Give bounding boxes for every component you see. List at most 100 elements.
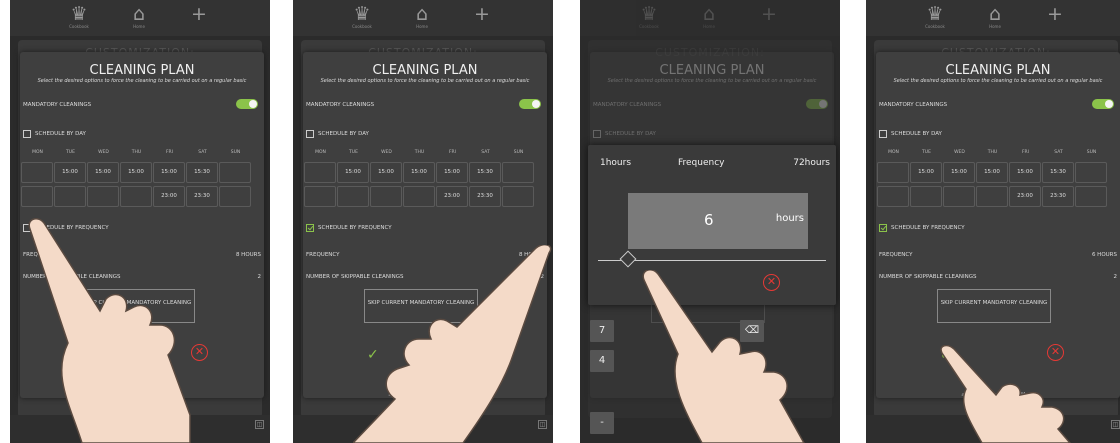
schedule-cell[interactable] xyxy=(337,186,369,207)
schedule-cell[interactable] xyxy=(370,186,402,207)
schedule-cell[interactable] xyxy=(502,186,534,207)
add-button[interactable]: + xyxy=(752,4,786,24)
schedule-cell[interactable] xyxy=(21,162,53,183)
schedule-cell[interactable]: 15:00 xyxy=(436,162,468,183)
home-button[interactable]: ⌂ Home xyxy=(692,4,726,29)
mandatory-cleanings-toggle[interactable] xyxy=(519,99,541,109)
schedule-by-day-checkbox[interactable] xyxy=(879,130,887,138)
frequency-slider-handle[interactable] xyxy=(619,250,637,268)
skip-cleaning-button[interactable]: SKIP CURRENT MANDATORY CLEANING xyxy=(81,289,195,323)
schedule-cell[interactable]: 23:30 xyxy=(186,186,218,207)
schedule-cell[interactable] xyxy=(877,186,909,207)
add-button[interactable]: + xyxy=(465,4,499,24)
keypad-key[interactable]: - xyxy=(590,412,614,434)
schedule-cell[interactable]: 23:00 xyxy=(153,186,185,207)
mandatory-cleanings-toggle[interactable] xyxy=(1092,99,1114,109)
cancel-icon[interactable]: ✕ xyxy=(474,344,491,361)
schedule-by-frequency-checkbox[interactable] xyxy=(306,224,314,232)
schedule-cell[interactable] xyxy=(877,162,909,183)
schedule-cell[interactable]: 23:00 xyxy=(436,186,468,207)
frequency-popup-title: Frequency xyxy=(678,158,725,168)
keypad-key[interactable]: 7 xyxy=(590,320,614,342)
frequency-max-label: 72hours xyxy=(793,158,830,168)
home-icon: ⌂ xyxy=(702,3,716,25)
add-button[interactable]: + xyxy=(182,4,216,24)
schedule-cell[interactable] xyxy=(54,186,86,207)
confirm-check-icon[interactable]: ✓ xyxy=(367,347,379,363)
schedule-cell[interactable] xyxy=(219,162,251,183)
keypad-key[interactable]: 4 xyxy=(590,350,614,372)
schedule-by-day-checkbox[interactable] xyxy=(593,130,601,138)
schedule-by-day-checkbox[interactable] xyxy=(23,130,31,138)
schedule-cell[interactable]: 15:00 xyxy=(153,162,185,183)
schedule-cell[interactable]: 15:30 xyxy=(1042,162,1074,183)
cancel-icon[interactable]: ✕ xyxy=(191,344,208,361)
skippable-cleanings-value[interactable]: 2 xyxy=(258,274,262,280)
confirm-check-icon[interactable]: ✓ xyxy=(654,277,664,291)
cancel-icon[interactable]: ✕ xyxy=(763,274,780,291)
confirm-check-icon[interactable]: ✓ xyxy=(940,347,952,363)
schedule-cell[interactable]: 15:30 xyxy=(186,162,218,183)
skip-cleaning-button[interactable]: SKIP CURRENT MANDATORY CLEANING xyxy=(937,289,1051,323)
schedule-cell[interactable] xyxy=(403,186,435,207)
settings-icon[interactable]: ◫ xyxy=(255,420,264,429)
schedule-cell[interactable] xyxy=(976,186,1008,207)
schedule-by-day-checkbox[interactable] xyxy=(306,130,314,138)
confirm-check-icon[interactable]: ✓ xyxy=(84,347,96,363)
mandatory-cleanings-toggle[interactable] xyxy=(806,99,828,109)
day-header: SUN xyxy=(230,150,241,155)
schedule-by-day-label: SCHEDULE BY DAY xyxy=(891,131,942,137)
backspace-icon[interactable]: ⌫ xyxy=(740,320,764,342)
schedule-cell[interactable]: 15:00 xyxy=(943,162,975,183)
cancel-icon[interactable]: ✕ xyxy=(1047,344,1064,361)
schedule-cell[interactable]: 23:00 xyxy=(1009,186,1041,207)
schedule-cell[interactable] xyxy=(120,186,152,207)
schedule-cell[interactable] xyxy=(1075,186,1107,207)
schedule-cell[interactable] xyxy=(1075,162,1107,183)
day-header: WED xyxy=(381,150,392,155)
frequency-input[interactable]: 6 hours xyxy=(628,193,808,249)
schedule-cell[interactable]: 15:00 xyxy=(910,162,942,183)
home-button[interactable]: ⌂ Home xyxy=(122,4,156,29)
schedule-cell[interactable] xyxy=(304,186,336,207)
schedule-cell[interactable] xyxy=(21,186,53,207)
frequency-value[interactable]: 8 HOURS xyxy=(519,252,544,258)
settings-icon[interactable]: ◫ xyxy=(1111,420,1120,429)
schedule-cell[interactable]: 15:00 xyxy=(54,162,86,183)
cookbook-button[interactable]: ♛ Cookbook xyxy=(918,4,952,29)
schedule-cell[interactable]: 15:00 xyxy=(87,162,119,183)
schedule-cell[interactable] xyxy=(219,186,251,207)
settings-icon[interactable]: ◫ xyxy=(538,420,547,429)
skippable-cleanings-value[interactable]: 2 xyxy=(1114,274,1118,280)
cookbook-button[interactable]: ♛ Cookbook xyxy=(632,4,666,29)
schedule-cell[interactable] xyxy=(943,186,975,207)
schedule-cell[interactable]: 15:00 xyxy=(403,162,435,183)
schedule-by-frequency-checkbox[interactable] xyxy=(879,224,887,232)
schedule-by-frequency-checkbox[interactable] xyxy=(23,224,31,232)
schedule-cell[interactable]: 15:00 xyxy=(1009,162,1041,183)
schedule-cell[interactable]: 15:00 xyxy=(120,162,152,183)
frequency-value[interactable]: 6 HOURS xyxy=(1092,252,1117,258)
schedule-cell[interactable] xyxy=(304,162,336,183)
skippable-cleanings-value[interactable]: 2 xyxy=(541,274,545,280)
day-header: MON xyxy=(315,150,326,155)
schedule-cell[interactable] xyxy=(910,186,942,207)
schedule-cell[interactable]: 23:30 xyxy=(469,186,501,207)
schedule-cell[interactable]: 15:00 xyxy=(976,162,1008,183)
add-button[interactable]: + xyxy=(1038,4,1072,24)
bottom-bar: ◫ xyxy=(293,415,553,443)
home-button[interactable]: ⌂ Home xyxy=(405,4,439,29)
day-headers: MON TUE WED THU FRI SAT SUN xyxy=(876,150,1120,158)
schedule-cell[interactable]: 15:30 xyxy=(469,162,501,183)
schedule-cell[interactable]: 15:00 xyxy=(337,162,369,183)
schedule-cell[interactable]: 23:30 xyxy=(1042,186,1074,207)
schedule-cell[interactable] xyxy=(87,186,119,207)
schedule-cell[interactable]: 15:00 xyxy=(370,162,402,183)
skip-cleaning-button[interactable]: SKIP CURRENT MANDATORY CLEANING xyxy=(364,289,478,323)
home-button[interactable]: ⌂ Home xyxy=(978,4,1012,29)
frequency-value[interactable]: 8 HOURS xyxy=(236,252,261,258)
cookbook-button[interactable]: ♛ Cookbook xyxy=(62,4,96,29)
schedule-cell[interactable] xyxy=(502,162,534,183)
mandatory-cleanings-toggle[interactable] xyxy=(236,99,258,109)
cookbook-button[interactable]: ♛ Cookbook xyxy=(345,4,379,29)
